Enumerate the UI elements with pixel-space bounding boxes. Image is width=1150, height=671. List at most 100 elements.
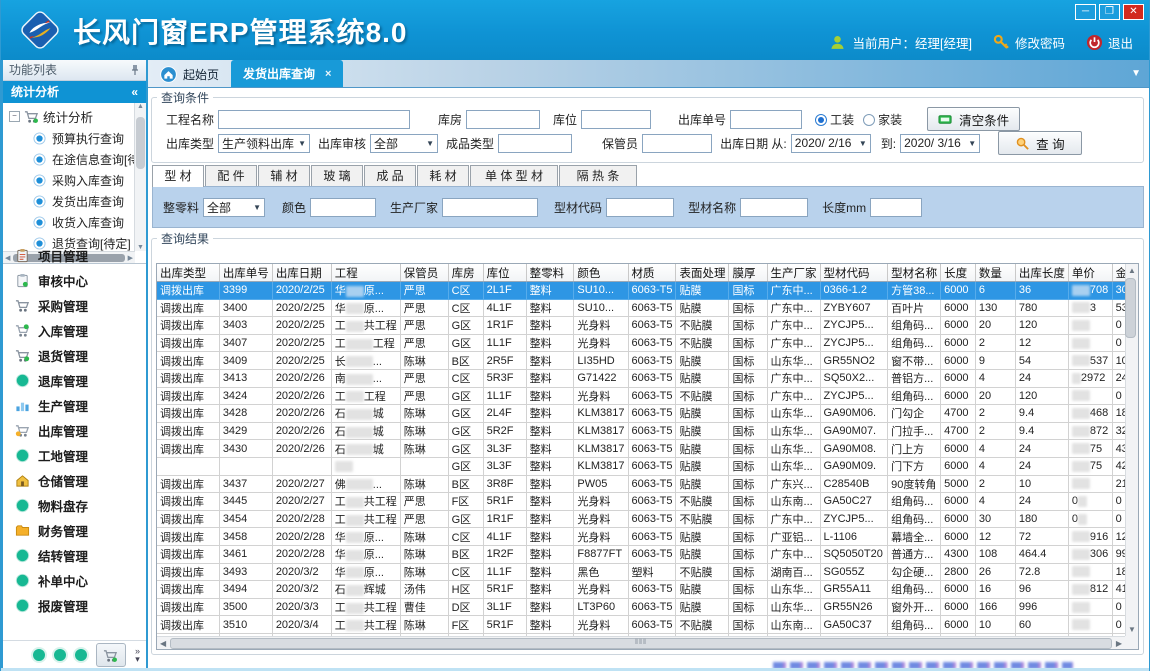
horizontal-scroll-thumb[interactable]: ⦀⦀⦀ xyxy=(170,638,1112,649)
length-input[interactable] xyxy=(870,198,922,217)
color-input[interactable] xyxy=(310,198,376,217)
tab-close-icon[interactable]: × xyxy=(325,68,331,80)
table-row[interactable]: 调拨出库34582020/2/28华原...陈琳C区4L1F整料光身料6063-… xyxy=(157,528,1138,546)
column-header[interactable]: 型材代码 xyxy=(820,264,888,282)
table-row[interactable]: 调拨出库34932020/3/2华原...陈琳C区1L1F整料黑色塑料不贴膜国标… xyxy=(157,563,1138,581)
sidebar-menu-item[interactable]: 退库管理 xyxy=(3,368,146,393)
keeper-input[interactable] xyxy=(642,134,712,153)
warehouse-input[interactable] xyxy=(466,110,540,129)
product-type-input[interactable] xyxy=(498,134,572,153)
table-row[interactable]: 调拨出库34372020/2/27佛...陈琳B区3R8F整料PW056063-… xyxy=(157,475,1138,493)
collapse-icon[interactable]: « xyxy=(131,81,138,103)
project-name-input[interactable] xyxy=(218,110,410,129)
table-row[interactable]: G区3L3F整料KLM38176063-T5贴膜国标山东华...GA90M09.… xyxy=(157,457,1138,475)
order-no-input[interactable] xyxy=(730,110,802,129)
manufacturer-input[interactable] xyxy=(442,198,538,217)
table-row[interactable]: 调拨出库34302020/2/26石城陈琳G区3L3F整料KLM38176063… xyxy=(157,440,1138,458)
sidebar-menu-item[interactable]: 采购管理 xyxy=(3,293,146,318)
column-header[interactable]: 出库日期 xyxy=(272,264,331,282)
pin-icon[interactable] xyxy=(130,64,140,76)
column-header[interactable]: 库房 xyxy=(448,264,483,282)
sidebar-menu-item[interactable]: 仓储管理 xyxy=(3,468,146,493)
mini-dot-icon[interactable] xyxy=(75,649,87,661)
table-row[interactable]: 调拨出库34002020/2/25华原...严思C区4L1F整料SU10...6… xyxy=(157,299,1138,317)
column-header[interactable]: 数量 xyxy=(975,264,1015,282)
sidebar-menu-item[interactable]: 物料盘存 xyxy=(3,493,146,518)
maximize-button[interactable]: ❐ xyxy=(1099,4,1120,20)
material-tab[interactable]: 辅 材 xyxy=(258,165,310,186)
material-tab[interactable]: 型 材 xyxy=(152,165,204,187)
date-to-picker[interactable]: 2020/ 3/16▼ xyxy=(900,134,980,153)
column-header[interactable]: 出库单号 xyxy=(219,264,272,282)
sidebar-menu-item[interactable]: 生产管理 xyxy=(3,393,146,418)
column-header[interactable]: 长度 xyxy=(941,264,976,282)
tree-item[interactable]: 预算执行查询 xyxy=(3,128,146,149)
table-row[interactable]: 调拨出库34092020/2/25长...陈琳B区2R5F整料LI35HD606… xyxy=(157,352,1138,370)
tab-home[interactable]: 起始页 xyxy=(148,62,231,87)
sidebar-menu-item[interactable]: 报废管理 xyxy=(3,593,146,618)
column-header[interactable]: 表面处理 xyxy=(676,264,729,282)
radio-jiazhuang[interactable]: 家装 xyxy=(863,111,902,128)
table-row[interactable]: 调拨出库33992020/2/25华原...严思C区2L1F整料SU10...6… xyxy=(157,282,1138,300)
tab-shipping-outbound-query[interactable]: 发货出库查询 × xyxy=(231,60,343,87)
sidebar-menu-item[interactable]: 项目管理 xyxy=(3,243,146,268)
mini-dot-icon[interactable] xyxy=(54,649,66,661)
whole-piece-select[interactable]: 全部▼ xyxy=(203,198,265,217)
table-row[interactable]: 调拨出库34282020/2/26石城陈琳G区2L4F整料KLM38176063… xyxy=(157,405,1138,423)
table-row[interactable]: 调拨出库34072020/2/25工工程严思G区1L1F整料光身料6063-T5… xyxy=(157,334,1138,352)
table-row[interactable]: 调拨出库34452020/2/27工共工程严思F区5R1F整料光身料6063-T… xyxy=(157,493,1138,511)
column-header[interactable]: 颜色 xyxy=(574,264,628,282)
table-row[interactable]: 调拨出库34292020/2/26石城陈琳G区5R2F整料KLM38176063… xyxy=(157,422,1138,440)
sidebar-menu-item[interactable]: 入库管理 xyxy=(3,318,146,343)
sidebar-menu-item[interactable]: 出库管理 xyxy=(3,418,146,443)
column-header[interactable]: 库位 xyxy=(483,264,526,282)
tree-item[interactable]: 在途信息查询[待 xyxy=(3,149,146,170)
radio-gongzhuang[interactable]: 工装 xyxy=(815,111,854,128)
sidebar-menu-item[interactable]: 退货管理 xyxy=(3,343,146,368)
material-tab[interactable]: 配 件 xyxy=(205,165,257,186)
tree-item[interactable]: 采购入库查询 xyxy=(3,170,146,191)
more-buttons-chevron[interactable]: »▾ xyxy=(135,647,140,663)
column-header[interactable]: 保管员 xyxy=(400,264,448,282)
tree-vscroll-thumb[interactable] xyxy=(136,117,145,169)
sidebar-menu-item[interactable]: 工地管理 xyxy=(3,443,146,468)
column-header[interactable]: 生产厂家 xyxy=(767,264,820,282)
column-header[interactable]: 出库长度 xyxy=(1015,264,1068,282)
material-tab[interactable]: 隔 热 条 xyxy=(559,165,637,186)
column-header[interactable]: 材质 xyxy=(628,264,676,282)
tree-item[interactable]: 收货入库查询 xyxy=(3,212,146,233)
column-header[interactable]: 整零料 xyxy=(526,264,574,282)
location-input[interactable] xyxy=(581,110,651,129)
logout-button[interactable]: 退出 xyxy=(1086,33,1133,52)
sidebar-menu-item[interactable]: 财务管理 xyxy=(3,518,146,543)
table-row[interactable]: 调拨出库35002020/3/3工共工程曹佳D区3L1F整料LT3P606063… xyxy=(157,598,1138,616)
cart-footer-button[interactable] xyxy=(96,643,126,667)
tree-root[interactable]: − 统计分析 xyxy=(3,103,146,128)
sidebar-menu-item[interactable]: 补单中心 xyxy=(3,568,146,593)
table-row[interactable]: 调拨出库34942020/3/2石辉城汤伟H区5R1F整料光身料6063-T5贴… xyxy=(157,581,1138,599)
minimize-button[interactable]: ─ xyxy=(1075,4,1096,20)
column-header[interactable]: 工程 xyxy=(331,264,400,282)
clear-conditions-button[interactable]: 清空条件 xyxy=(927,107,1020,131)
table-row[interactable]: 调拨出库34242020/2/26工工程严思G区1L1F整料光身料6063-T5… xyxy=(157,387,1138,405)
column-header[interactable]: 膜厚 xyxy=(729,264,767,282)
outbound-type-select[interactable]: 生产领料出库▼ xyxy=(218,134,310,153)
close-button[interactable]: ✕ xyxy=(1123,4,1144,20)
expander-icon[interactable]: − xyxy=(9,111,20,122)
horizontal-scrollbar[interactable]: ◀⦀⦀⦀▶ xyxy=(157,636,1125,649)
table-row[interactable]: 调拨出库34132020/2/26南...严思C区5R3F整料G71422606… xyxy=(157,369,1138,387)
material-tab[interactable]: 单 体 型 材 xyxy=(470,165,558,186)
sidebar-menu-item[interactable]: 审核中心 xyxy=(3,268,146,293)
sidebar-menu-item[interactable]: 结转管理 xyxy=(3,543,146,568)
material-tab[interactable]: 耗 材 xyxy=(417,165,469,186)
profile-code-input[interactable] xyxy=(606,198,674,217)
table-row[interactable]: 调拨出库34612020/2/28华原...陈琳B区1R2F整料F8877FT6… xyxy=(157,545,1138,563)
table-row[interactable]: 调拨出库34542020/2/28工共工程严思G区1R1F整料光身料6063-T… xyxy=(157,510,1138,528)
stats-group-header[interactable]: 统计分析 « xyxy=(3,81,146,103)
audit-select[interactable]: 全部▼ xyxy=(370,134,438,153)
mini-dot-icon[interactable] xyxy=(33,649,45,661)
search-button[interactable]: 查 询 xyxy=(998,131,1081,155)
tree-item[interactable]: 发货出库查询 xyxy=(3,191,146,212)
material-tab[interactable]: 成 品 xyxy=(364,165,416,186)
material-tab[interactable]: 玻 璃 xyxy=(311,165,363,186)
